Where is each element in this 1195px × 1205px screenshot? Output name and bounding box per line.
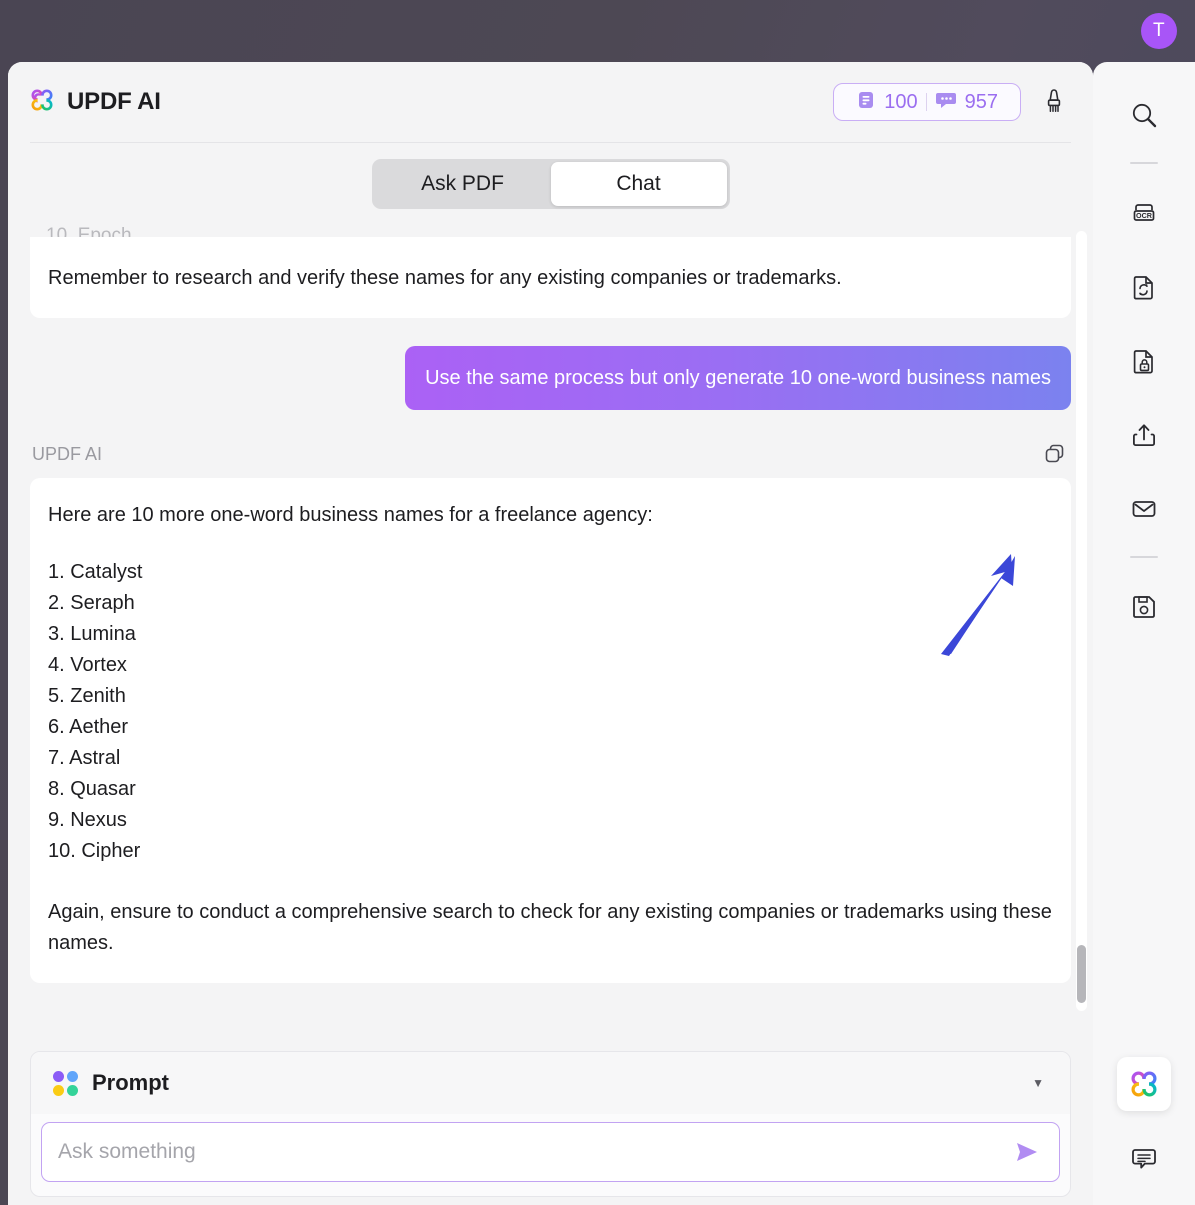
conversation-scroll-area[interactable]: 10. Epoch Remember to research and verif…	[8, 223, 1093, 1023]
conversation-scrollbar-thumb[interactable]	[1077, 945, 1086, 1003]
clipped-previous-message: 10. Epoch	[46, 225, 132, 237]
list-item: 7. Astral	[48, 747, 121, 769]
protect-document-icon[interactable]	[1117, 334, 1171, 388]
send-arrow-icon[interactable]	[1009, 1134, 1045, 1170]
business-names-list: 1. Catalyst 2. Seraph 3. Lumina 4. Vorte…	[48, 557, 1053, 867]
toolbar-divider	[1130, 162, 1158, 164]
assistant-answer-bubble: Here are 10 more one-word business names…	[30, 478, 1071, 983]
credits-badge[interactable]: 100 957	[833, 83, 1021, 121]
chat-credit-count: 957	[964, 90, 998, 113]
brush-clear-icon[interactable]	[1039, 87, 1069, 117]
page-title: UPDF AI	[67, 88, 161, 115]
updf-ai-panel: UPDF AI 100 957 Ask PDF Chat 10. Epoch R…	[8, 62, 1093, 1205]
comment-icon[interactable]	[1117, 1131, 1171, 1185]
assistant-message-bubble: Remember to research and verify these na…	[30, 237, 1071, 318]
app-backdrop: T UPDF AI 100 957 Ask PDF Chat 10. Epoch…	[0, 0, 1195, 1205]
list-item: 10. Cipher	[48, 840, 141, 862]
right-toolbar: OCR	[1093, 62, 1195, 1205]
tab-chat[interactable]: Chat	[550, 162, 727, 206]
chat-credits: 957	[927, 90, 1006, 115]
convert-document-icon[interactable]	[1117, 260, 1171, 314]
answer-outro: Again, ensure to conduct a comprehensive…	[48, 901, 1052, 954]
panel-header: UPDF AI 100 957	[8, 62, 1093, 142]
tab-ask-pdf[interactable]: Ask PDF	[375, 162, 551, 206]
list-item: 4. Vortex	[48, 654, 127, 676]
brand: UPDF AI	[28, 86, 833, 119]
list-item: 5. Zenith	[48, 685, 126, 707]
list-item: 9. Nexus	[48, 809, 127, 831]
tabs: Ask PDF Chat	[371, 159, 730, 209]
user-message-row: Use the same process but only generate 1…	[30, 346, 1071, 410]
prompt-bar[interactable]: Prompt ▼	[31, 1052, 1070, 1114]
answer-intro: Here are 10 more one-word business names…	[48, 504, 653, 526]
chat-bubble-icon	[935, 90, 957, 115]
svg-text:OCR: OCR	[1136, 211, 1153, 220]
save-icon[interactable]	[1117, 580, 1171, 634]
user-message-bubble: Use the same process but only generate 1…	[405, 346, 1071, 410]
assistant-sender-label: UPDF AI	[32, 443, 103, 464]
mail-icon[interactable]	[1117, 482, 1171, 536]
document-credits: 100	[848, 90, 925, 115]
list-item: 6. Aether	[48, 716, 129, 738]
list-item: 3. Lumina	[48, 623, 136, 645]
list-item: 1. Catalyst	[48, 561, 143, 583]
share-icon[interactable]	[1117, 408, 1171, 462]
list-item: 8. Quasar	[48, 778, 136, 800]
toolbar-divider	[1130, 556, 1158, 558]
prompt-composer: Prompt ▼	[30, 1051, 1071, 1197]
updf-ai-icon[interactable]	[1117, 1057, 1171, 1111]
search-icon[interactable]	[1117, 88, 1171, 142]
updf-clover-logo-icon	[28, 86, 56, 119]
list-item: 2. Seraph	[48, 592, 135, 614]
conversation-scrollbar[interactable]	[1076, 231, 1087, 1011]
tabs-container: Ask PDF Chat	[8, 143, 1093, 223]
chevron-down-icon[interactable]: ▼	[1026, 1070, 1050, 1096]
copy-icon[interactable]	[1041, 440, 1069, 468]
window-top-bar: T	[0, 0, 1195, 62]
prompt-label: Prompt	[92, 1070, 169, 1095]
ocr-icon[interactable]: OCR	[1117, 186, 1171, 240]
avatar[interactable]: T	[1141, 13, 1177, 49]
search-input[interactable]	[58, 1140, 1009, 1164]
assistant-message-meta: UPDF AI	[30, 440, 1071, 468]
document-credit-count: 100	[884, 90, 918, 113]
ask-input-shell[interactable]	[41, 1122, 1060, 1182]
document-icon	[856, 90, 876, 115]
four-dots-icon	[53, 1070, 78, 1096]
